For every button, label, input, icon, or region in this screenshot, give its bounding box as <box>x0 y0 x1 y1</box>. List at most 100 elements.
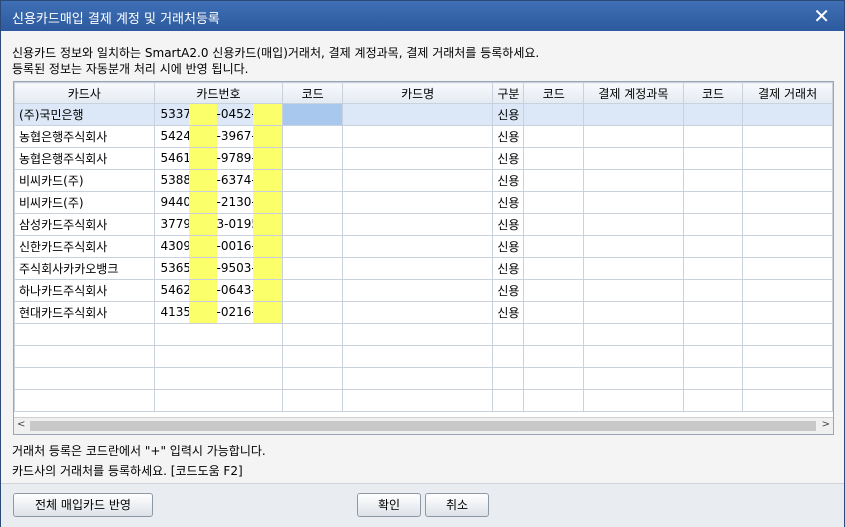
vendor-code-cell[interactable] <box>682 169 744 192</box>
card-company-cell[interactable]: 농협은행주식회사 <box>14 147 155 170</box>
vendor-name-cell[interactable] <box>742 169 833 192</box>
account-code-cell[interactable] <box>523 147 585 170</box>
empty-cell[interactable] <box>523 323 585 346</box>
empty-cell[interactable] <box>282 367 343 390</box>
account-code-cell[interactable] <box>523 213 585 236</box>
apply-all-cards-button[interactable]: 전체 매입카드 반영 <box>13 493 153 517</box>
card-grid[interactable]: 카드사 카드번호 코드 카드명 구분 코드 결제 계정과목 코드 결제 거래처 (주)국민은행 5… <box>13 81 834 435</box>
empty-cell[interactable] <box>583 367 684 390</box>
card-company-cell[interactable]: 신한카드주식회사 <box>14 235 155 258</box>
vendor-name-cell[interactable] <box>742 103 833 126</box>
empty-cell[interactable] <box>742 345 833 368</box>
card-company-cell[interactable]: 농협은행주식회사 <box>14 125 155 148</box>
code-cell[interactable] <box>282 279 343 302</box>
arrow-right-icon[interactable]: > <box>822 419 830 430</box>
empty-cell[interactable] <box>282 323 343 346</box>
card-company-cell[interactable]: 하나카드주식회사 <box>14 279 155 302</box>
vendor-code-cell[interactable] <box>682 279 744 302</box>
empty-cell[interactable] <box>682 323 744 346</box>
card-number-cell[interactable]: 4309- -0016- <box>153 235 284 258</box>
account-code-cell[interactable] <box>523 103 585 126</box>
card-number-cell[interactable]: 5461- -9789- <box>153 147 284 170</box>
vendor-code-cell[interactable] <box>682 191 744 214</box>
empty-cell[interactable] <box>492 345 525 368</box>
vendor-name-cell[interactable] <box>742 191 833 214</box>
empty-cell[interactable] <box>523 367 585 390</box>
empty-cell[interactable] <box>742 367 833 390</box>
card-name-cell[interactable] <box>341 301 494 324</box>
account-name-cell[interactable] <box>583 257 684 280</box>
vendor-name-cell[interactable] <box>742 235 833 258</box>
account-code-cell[interactable] <box>523 169 585 192</box>
column-header[interactable]: 코드 <box>282 82 343 104</box>
card-number-cell[interactable]: 5424- -3967- <box>153 125 284 148</box>
empty-cell[interactable] <box>492 367 525 390</box>
card-name-cell[interactable] <box>341 213 494 236</box>
account-name-cell[interactable] <box>583 147 684 170</box>
card-name-cell[interactable] <box>341 103 494 126</box>
card-name-cell[interactable] <box>341 279 494 302</box>
vendor-name-cell[interactable] <box>742 257 833 280</box>
vendor-code-cell[interactable] <box>682 301 744 324</box>
table-row[interactable]: (주)국민은행 5337- -0452- 신용 <box>14 103 833 126</box>
account-code-cell[interactable] <box>523 125 585 148</box>
card-name-cell[interactable] <box>341 235 494 258</box>
code-cell[interactable] <box>282 235 343 258</box>
column-header[interactable]: 카드사 <box>14 82 155 104</box>
code-cell[interactable] <box>282 103 343 126</box>
arrow-left-icon[interactable]: < <box>17 419 25 430</box>
empty-cell[interactable] <box>14 389 155 412</box>
empty-cell[interactable] <box>14 323 155 346</box>
table-row[interactable]: 삼성카드주식회사 3779 3-0195 신용 <box>14 213 833 236</box>
card-name-cell[interactable] <box>341 125 494 148</box>
empty-cell[interactable] <box>682 389 744 412</box>
account-name-cell[interactable] <box>583 279 684 302</box>
account-name-cell[interactable] <box>583 103 684 126</box>
table-row[interactable]: 하나카드주식회사 5462- -0643- 신용 <box>14 279 833 302</box>
table-row[interactable]: 현대카드주식회사 4135- -0216- 신용 <box>14 301 833 324</box>
table-row[interactable]: 비씨카드(주) 5388- -6374- 신용 <box>14 169 833 192</box>
account-code-cell[interactable] <box>523 257 585 280</box>
empty-cell[interactable] <box>583 345 684 368</box>
horizontal-scrollbar[interactable]: < > <box>14 417 833 434</box>
column-header[interactable]: 코드 <box>682 82 744 104</box>
empty-cell[interactable] <box>153 345 284 368</box>
card-number-cell[interactable]: 5337- -0452- <box>153 103 284 126</box>
vendor-name-cell[interactable] <box>742 125 833 148</box>
empty-cell[interactable] <box>341 345 494 368</box>
table-row[interactable]: 주식회사카카오뱅크 5365- -9503- 신용 <box>14 257 833 280</box>
empty-cell[interactable] <box>742 323 833 346</box>
table-row[interactable]: 비씨카드(주) 9440- -2130- 신용 <box>14 191 833 214</box>
card-company-cell[interactable]: 삼성카드주식회사 <box>14 213 155 236</box>
card-number-cell[interactable]: 5388- -6374- <box>153 169 284 192</box>
close-icon[interactable]: ✕ <box>813 4 830 28</box>
code-cell[interactable] <box>282 301 343 324</box>
empty-cell[interactable] <box>341 323 494 346</box>
card-company-cell[interactable]: 비씨카드(주) <box>14 169 155 192</box>
vendor-name-cell[interactable] <box>742 301 833 324</box>
vendor-name-cell[interactable] <box>742 147 833 170</box>
vendor-name-cell[interactable] <box>742 279 833 302</box>
empty-cell[interactable] <box>153 323 284 346</box>
card-number-cell[interactable]: 5462- -0643- <box>153 279 284 302</box>
empty-cell[interactable] <box>282 345 343 368</box>
empty-row[interactable] <box>14 345 833 368</box>
empty-row[interactable] <box>14 389 833 412</box>
column-header[interactable]: 결제 계정과목 <box>583 82 684 104</box>
code-cell[interactable] <box>282 125 343 148</box>
card-company-cell[interactable]: 현대카드주식회사 <box>14 301 155 324</box>
cancel-button[interactable]: 취소 <box>425 493 489 517</box>
card-number-cell[interactable]: 9440- -2130- <box>153 191 284 214</box>
account-code-cell[interactable] <box>523 279 585 302</box>
account-name-cell[interactable] <box>583 191 684 214</box>
column-header[interactable]: 결제 거래처 <box>742 82 833 104</box>
code-cell[interactable] <box>282 257 343 280</box>
account-code-cell[interactable] <box>523 191 585 214</box>
empty-cell[interactable] <box>742 389 833 412</box>
card-name-cell[interactable] <box>341 257 494 280</box>
card-number-cell[interactable]: 3779 3-0195 <box>153 213 284 236</box>
account-code-cell[interactable] <box>523 235 585 258</box>
card-number-cell[interactable]: 5365- -9503- <box>153 257 284 280</box>
card-name-cell[interactable] <box>341 169 494 192</box>
account-name-cell[interactable] <box>583 301 684 324</box>
